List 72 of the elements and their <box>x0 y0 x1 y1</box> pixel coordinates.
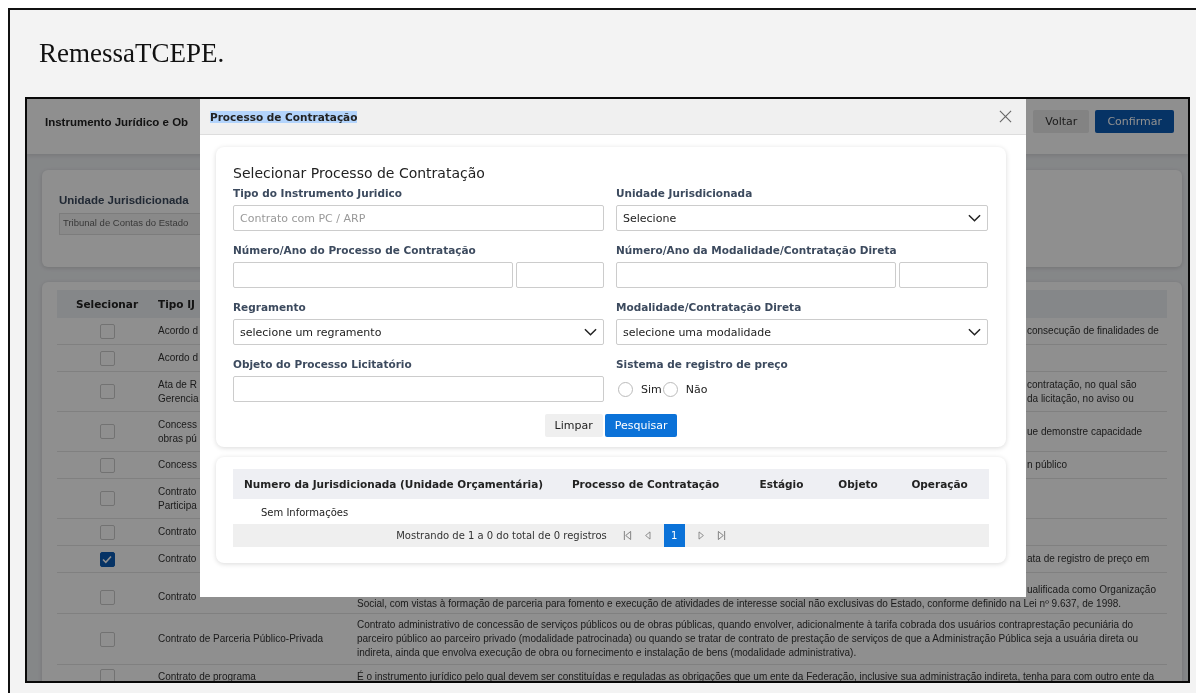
table-cell: Concess <box>158 458 197 472</box>
table-cell: consecução de finalidades de <box>1027 324 1159 338</box>
back-button[interactable]: Voltar <box>1033 110 1090 133</box>
table-cell: obras pú <box>158 431 197 446</box>
select-field[interactable]: Selecione <box>616 205 988 231</box>
radio-label: Não <box>685 382 708 396</box>
chevron-down-icon <box>968 328 981 336</box>
field-label: Regramento <box>233 301 307 313</box>
last-page-icon[interactable] <box>716 530 726 541</box>
radio-label: Sim <box>641 382 662 396</box>
page-heading: Instrumento Jurídico e Ob <box>45 115 189 128</box>
select-field[interactable]: selecione um regramento <box>233 319 604 345</box>
table-cell: Contrato de programa <box>158 669 256 681</box>
select-field[interactable]: selecione uma modalidade <box>616 319 988 345</box>
table-cell: Social, com vistas à formação de parceria para fomento e execução de atividades de interesse social não exclusivas do Estado, conforme definido na Lei nº 9.637, de 1998. <box>357 597 1122 611</box>
page-title: RemessaTCEPE. <box>8 8 1196 97</box>
table-cell: Contrato de Parceria Público-Privada <box>158 632 324 646</box>
field-label: Número/Ano do Processo de Contratação <box>233 244 477 256</box>
empty-message: Sem Informações <box>260 506 350 520</box>
table-cell: contratação, no qual são <box>1027 377 1137 392</box>
table-cell: Ata de R <box>158 377 197 392</box>
table-cell: n público <box>1027 458 1068 472</box>
table-cell: Contrato <box>158 484 197 499</box>
table-cell: Acordo d <box>158 324 199 338</box>
next-page-icon[interactable] <box>696 530 705 541</box>
chevron-down-icon <box>968 214 981 222</box>
table-cell: É o instrumento jurídico pelo qual devem ser constituídas e reguladas as obrigações que um ente da Federação, inclusive sua administração indireta, tenha para com outro ente da <box>357 669 1155 681</box>
table-cell: Contrato <box>158 552 197 566</box>
confirm-button[interactable]: Confirmar <box>1095 110 1174 133</box>
table-cell: ata de registro de preço em <box>1027 552 1150 566</box>
table-cell: ue demonstre capacidade <box>1027 424 1143 439</box>
column-header: Objeto <box>837 478 879 490</box>
table-cell: da licitação, no aviso ou <box>1027 391 1134 406</box>
field-label: Objeto do Processo Licitatório <box>233 358 413 370</box>
checkbox[interactable] <box>99 551 115 567</box>
field-label: Unidade Jurisdicionada <box>616 187 754 199</box>
column-header: Tipo IJ <box>158 298 195 310</box>
table-cell-text: Contrato administrativo de concessão de serviços públicos ou de obras públicas, quando envolver, adicionalmente à tarifa cobrada dos usuários contraprestação pecuniária do parceiro público ao parceiro privado (modalidade patrocinada) ou quando se tratar de contrato de prestação de serviços de que a Administração Pública seja a usuária direta ou indireta, ainda que envolva execução de obra ou fornecimento e instalação de bens (modalidade administrativa). <box>357 618 1140 660</box>
table-cell: Concess <box>158 417 197 432</box>
chevron-down-icon <box>584 328 597 336</box>
form-heading: Selecionar Processo de Contratação <box>233 165 486 181</box>
field-label: Tipo do Instrumento Juridico <box>233 187 403 199</box>
radio-button[interactable] <box>618 381 633 397</box>
input-field[interactable] <box>233 376 604 402</box>
field-label: Modalidade/Contratação Direta <box>616 301 803 313</box>
column-header: Selecionar <box>74 298 140 310</box>
previous-page-icon[interactable] <box>643 530 652 541</box>
year-field[interactable] <box>899 262 988 288</box>
column-header: Processo de Contratação <box>570 478 721 490</box>
table-cell: Participa <box>158 498 197 513</box>
pagination-summary: Mostrando de 1 a 0 do total de 0 registros <box>396 530 607 541</box>
table-cell: Contrato <box>158 525 197 539</box>
first-page-icon[interactable] <box>622 530 632 541</box>
field-label: Número/Ano da Modalidade/Contratação Direta <box>616 244 898 256</box>
clear-button[interactable]: Limpar <box>544 414 603 437</box>
column-header: Operação <box>910 478 969 490</box>
column-header: Estágio <box>758 478 805 490</box>
input-field[interactable]: Contrato com PC / ARP <box>233 205 604 231</box>
search-button[interactable]: Pesquisar <box>604 414 678 437</box>
dialog-title: Processo de Contratação <box>210 110 358 123</box>
table-cell: ualificada como Organização <box>1027 583 1156 597</box>
table-cell: Gerencia <box>158 391 199 406</box>
number-field[interactable] <box>616 262 896 288</box>
year-field[interactable] <box>516 262 604 288</box>
column-header: Numero da Jurisdicionada (Unidade Orçamentária) <box>243 478 545 490</box>
radio-button[interactable] <box>662 381 678 397</box>
table-cell: Acordo d <box>158 351 199 365</box>
number-field[interactable] <box>233 262 513 288</box>
table-cell: Contrato <box>158 590 197 604</box>
close-icon[interactable] <box>999 110 1012 123</box>
page-button[interactable]: 1 <box>663 524 685 547</box>
field-label: Sistema de registro de preço <box>616 358 789 370</box>
